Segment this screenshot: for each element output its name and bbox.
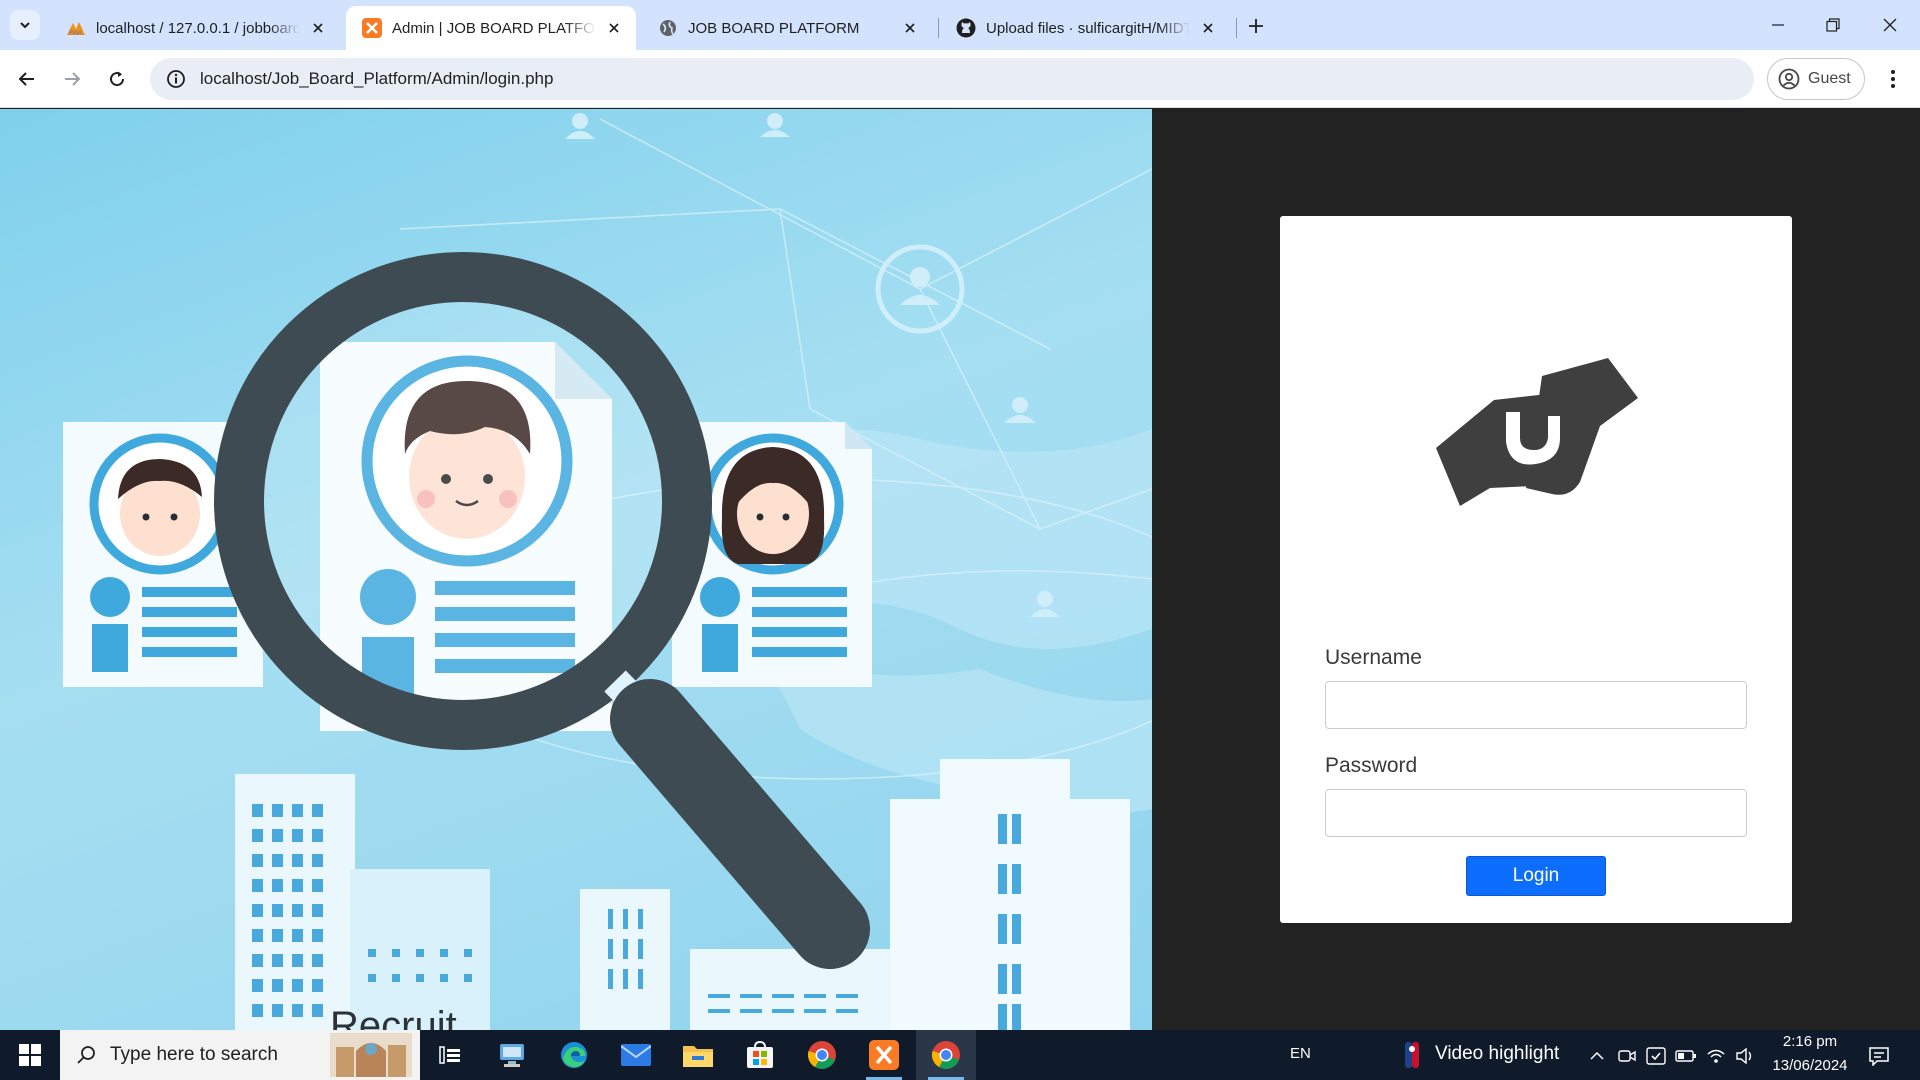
hero-caption: Recruit	[330, 1004, 457, 1030]
nba-icon	[1400, 1042, 1424, 1068]
notifications-button[interactable]	[1868, 1045, 1890, 1067]
clock-date[interactable]: 13/06/2024	[1764, 1057, 1856, 1074]
restore-button[interactable]	[1813, 8, 1853, 42]
mail-icon	[621, 1044, 651, 1066]
browser-menu-button[interactable]	[1878, 61, 1908, 97]
close-icon[interactable]	[308, 18, 328, 38]
edge-icon	[561, 1042, 587, 1068]
plus-icon	[1249, 19, 1263, 33]
show-hidden-icons-button[interactable]	[1586, 1045, 1608, 1067]
taskbar-edge[interactable]	[544, 1030, 604, 1080]
chevron-up-icon	[1590, 1051, 1604, 1060]
svg-text:PMA: PMA	[69, 30, 83, 36]
news-widget-label[interactable]: Video highlight	[1435, 1043, 1559, 1065]
chrome-icon	[931, 1041, 960, 1069]
computer-icon	[500, 1044, 524, 1067]
username-input[interactable]	[1325, 681, 1747, 729]
taskbar-file-explorer[interactable]	[668, 1030, 728, 1080]
taskbar-chrome-active[interactable]	[916, 1030, 976, 1080]
login-card: Username Password Login	[1280, 216, 1792, 923]
search-icon	[77, 1046, 95, 1064]
window-close-button[interactable]	[1870, 8, 1910, 42]
language-indicator[interactable]: EN	[1290, 1045, 1311, 1062]
windows-taskbar: Type here to search EN Video highlight 2…	[0, 1030, 1920, 1080]
password-input[interactable]	[1325, 789, 1747, 837]
chevron-down-icon	[20, 22, 30, 29]
tab-job-board[interactable]: JOB BOARD PLATFORM	[642, 6, 932, 50]
reload-button[interactable]	[99, 61, 135, 97]
github-icon	[956, 18, 976, 38]
recruitment-illustration: Recruit	[63, 113, 1152, 1030]
browser-toolbar: localhost/Job_Board_Platform/Admin/login…	[0, 50, 1920, 108]
url-text: localhost/Job_Board_Platform/Admin/login…	[200, 69, 554, 88]
task-view-icon	[439, 1046, 460, 1064]
back-button[interactable]	[9, 61, 45, 97]
profile-label: Guest	[1808, 70, 1851, 87]
account-circle-icon	[1778, 68, 1800, 90]
chrome-icon	[807, 1041, 836, 1069]
tab-github-upload[interactable]: Upload files · sulficargitH/MIDT	[940, 6, 1230, 50]
notification-icon	[1869, 1047, 1889, 1066]
close-icon[interactable]	[1198, 18, 1218, 38]
arrow-left-icon	[18, 72, 34, 86]
folder-icon	[683, 1046, 713, 1067]
meet-now-icon[interactable]	[1616, 1045, 1638, 1067]
taskbar-xampp[interactable]	[854, 1030, 914, 1080]
wifi-icon[interactable]	[1705, 1045, 1727, 1067]
tab-title: Upload files · sulficargitH/MIDT	[986, 19, 1190, 37]
more-vertical-icon	[1891, 70, 1895, 88]
tab-strip: PMA localhost / 127.0.0.1 / jobboard Adm…	[0, 0, 1920, 50]
minimize-button[interactable]	[1758, 8, 1798, 42]
minimize-icon	[1772, 24, 1784, 26]
windows-icon	[19, 1044, 41, 1066]
tab-title: Admin | JOB BOARD PLATFORM	[392, 19, 596, 37]
search-placeholder: Type here to search	[110, 1044, 278, 1065]
start-button[interactable]	[0, 1030, 60, 1080]
xampp-icon	[869, 1040, 899, 1070]
phpmyadmin-icon: PMA	[66, 18, 86, 38]
profile-button[interactable]: Guest	[1767, 58, 1865, 100]
tab-title: localhost / 127.0.0.1 / jobboard	[96, 19, 300, 37]
battery-icon[interactable]	[1675, 1045, 1697, 1067]
forward-button[interactable]	[54, 61, 90, 97]
xampp-icon	[362, 18, 382, 38]
username-label: Username	[1325, 646, 1422, 669]
hero-illustration: Recruit	[0, 109, 1152, 1030]
store-icon	[747, 1041, 773, 1068]
security-icon[interactable]	[1645, 1045, 1667, 1067]
taskbar-store[interactable]	[730, 1030, 790, 1080]
site-info-icon[interactable]	[156, 58, 196, 100]
address-bar[interactable]: localhost/Job_Board_Platform/Admin/login…	[150, 58, 1754, 100]
volume-icon[interactable]	[1734, 1045, 1756, 1067]
search-highlight-image	[330, 1033, 412, 1077]
tab-separator	[1236, 18, 1237, 38]
taskbar-search[interactable]: Type here to search	[60, 1030, 420, 1080]
arrow-right-icon	[65, 72, 81, 86]
restore-icon	[1826, 18, 1840, 32]
tab-phpmyadmin[interactable]: PMA localhost / 127.0.0.1 / jobboard	[50, 6, 340, 50]
taskbar-remote-desktop[interactable]	[482, 1030, 542, 1080]
reload-icon	[110, 71, 125, 87]
tab-admin-login[interactable]: Admin | JOB BOARD PLATFORM	[346, 6, 636, 50]
password-label: Password	[1325, 754, 1418, 777]
close-icon	[1883, 18, 1897, 32]
login-button[interactable]: Login	[1466, 856, 1606, 896]
tab-search-button[interactable]	[10, 10, 40, 40]
taskbar-chrome[interactable]	[792, 1030, 852, 1080]
globe-icon	[658, 18, 678, 38]
taskbar-mail[interactable]	[606, 1030, 666, 1080]
page-content: Recruit Username Password Login	[0, 109, 1920, 1030]
taskbar-task-view[interactable]	[420, 1030, 480, 1080]
clock-time[interactable]: 2:16 pm	[1779, 1033, 1841, 1050]
tab-separator	[938, 18, 939, 38]
new-tab-button[interactable]	[1242, 12, 1270, 40]
handshake-icon	[1436, 358, 1638, 506]
close-icon[interactable]	[900, 18, 920, 38]
close-icon[interactable]	[604, 18, 624, 38]
tab-title: JOB BOARD PLATFORM	[688, 19, 860, 37]
